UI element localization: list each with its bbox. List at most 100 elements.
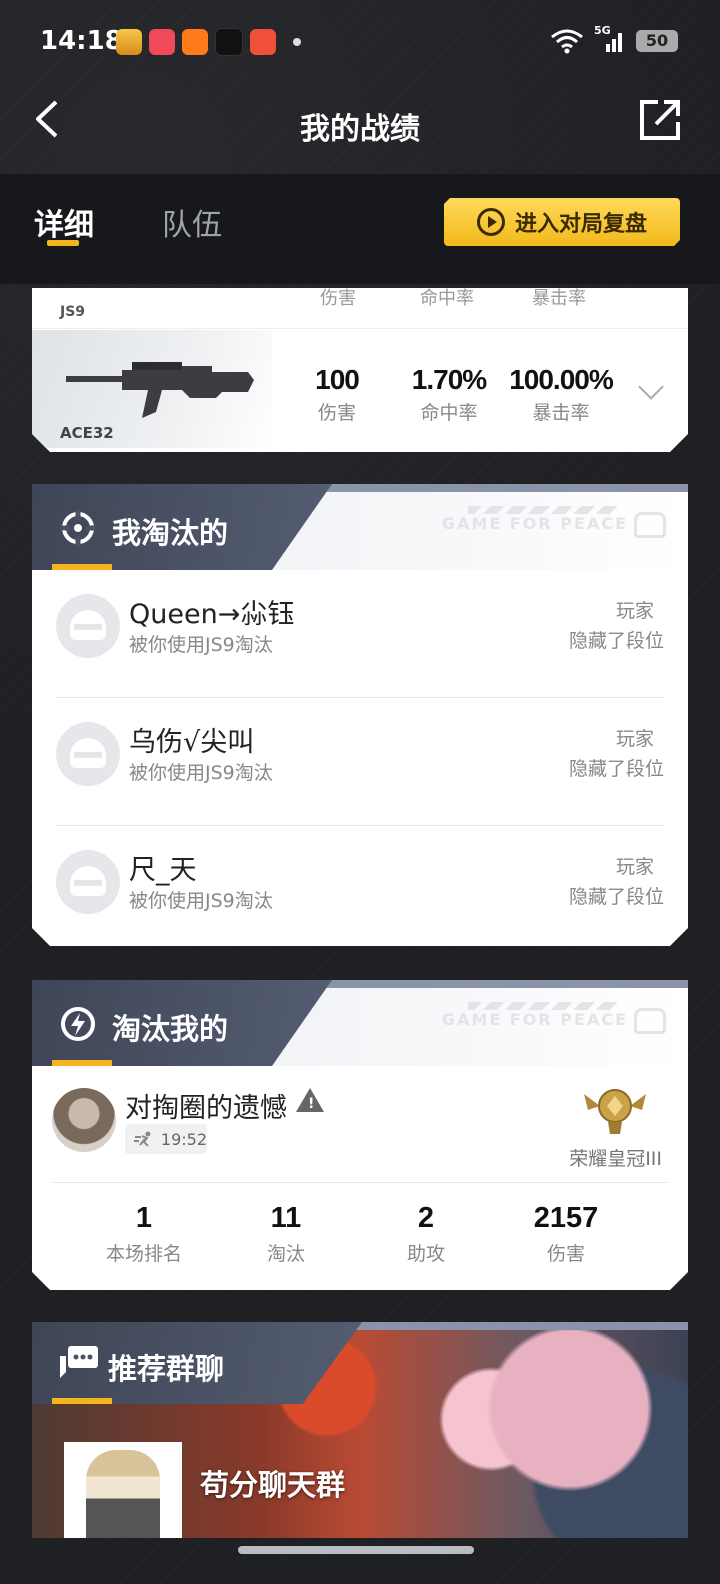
tiktok-app-icon xyxy=(215,28,243,56)
crit-rate-value: 100.00% xyxy=(509,364,613,395)
killed-by-card: 淘汰我的 GAME FOR PEACE 对掏圈的遗憾 ! 19:52 荣耀皇冠I… xyxy=(32,980,688,1290)
stat-label: 助攻 xyxy=(406,1243,445,1265)
list-item[interactable]: 乌伤√尖叫 被你使用JS9淘汰 玩家 隐藏了段位 xyxy=(32,698,688,826)
section-accent-bar xyxy=(52,1060,112,1066)
damage-stat: 100 伤害 xyxy=(282,364,392,425)
game-app-icon xyxy=(116,29,142,55)
video-app-icon xyxy=(250,29,276,55)
weapon-name: ACE32 xyxy=(60,424,114,442)
watermark-stripes xyxy=(468,506,618,514)
rank-title: 荣耀皇冠III xyxy=(569,1148,662,1170)
weapon-row-ace32[interactable]: ACE32 100 伤害 1.70% 命中率 100.00% 暴击率 xyxy=(32,330,688,452)
avatar[interactable] xyxy=(52,1088,116,1152)
lightning-icon xyxy=(60,1006,96,1042)
warning-mark: ! xyxy=(308,1096,315,1112)
crit-rate-stat: 100.00% 暴击率 xyxy=(506,364,616,425)
group-avatar-figure xyxy=(86,1450,160,1538)
eliminated-card: 我淘汰的 GAME FOR PEACE Queen→尛钰 被你使用JS9淘汰 玩… xyxy=(32,484,688,946)
default-avatar-icon xyxy=(56,722,120,786)
stat-value: 11 xyxy=(270,1202,302,1234)
battery-indicator: 50 xyxy=(636,30,678,52)
damage-label: 伤害 xyxy=(317,402,356,424)
more-notifications-icon xyxy=(293,38,301,46)
survival-time: 19:52 xyxy=(160,1129,207,1149)
hit-rate-stat: 1.70% 命中率 xyxy=(394,364,504,425)
player-role: 玩家 xyxy=(615,728,654,750)
survival-time-badge: 19:52 xyxy=(125,1124,207,1154)
tab-active-indicator xyxy=(47,240,79,246)
match-replay-button[interactable]: 进入对局复盘 xyxy=(444,198,680,246)
section-title: 推荐群聊 xyxy=(108,1352,225,1386)
player-rank: 隐藏了段位 xyxy=(568,886,664,908)
play-icon xyxy=(477,208,505,236)
assists-stat: 2 助攻 xyxy=(366,1202,486,1266)
stat-label: 本场排名 xyxy=(105,1243,182,1265)
list-item[interactable]: 尺_天 被你使用JS9淘汰 玩家 隐藏了段位 xyxy=(32,826,688,954)
player-name: 乌伤√尖叫 xyxy=(129,727,255,758)
damage-value: 100 xyxy=(315,364,359,395)
group-chat-card[interactable]: 推荐群聊 苟分聊天群 xyxy=(32,1322,688,1538)
app-header: 我的战绩 xyxy=(0,84,720,174)
crosshair-icon xyxy=(60,510,96,546)
elimination-description: 被你使用JS9淘汰 xyxy=(129,762,273,784)
tab-bar: 详细 队伍 进入对局复盘 xyxy=(0,174,720,284)
stat-value: 1 xyxy=(135,1202,153,1234)
default-avatar-icon xyxy=(56,594,120,658)
crown-rank-badge-icon xyxy=(580,1084,650,1138)
section-title: 我淘汰的 xyxy=(112,516,229,550)
page-title: 我的战绩 xyxy=(300,112,420,147)
group-name: 苟分聊天群 xyxy=(200,1468,346,1502)
stat-value: 2 xyxy=(417,1202,435,1234)
chevron-down-icon[interactable] xyxy=(638,374,663,399)
section-title: 淘汰我的 xyxy=(112,1012,229,1046)
weapon-stats-card: JS9 伤害 命中率 暴击率 ACE32 100 伤害 1.70% 命中率 10… xyxy=(32,288,688,452)
weapon-name: JS9 xyxy=(60,304,86,320)
group-avatar xyxy=(64,1442,182,1538)
game-for-peace-watermark: GAME FOR PEACE xyxy=(441,514,628,533)
player-role: 玩家 xyxy=(615,856,654,878)
player-role: 玩家 xyxy=(615,600,654,622)
status-time: 14:18 xyxy=(40,26,123,56)
section-header: 我淘汰的 GAME FOR PEACE xyxy=(32,484,688,570)
chat-bubble-icon xyxy=(60,1346,98,1378)
match-rank-stat: 1 本场排名 xyxy=(84,1202,204,1266)
home-indicator[interactable] xyxy=(238,1546,474,1554)
running-icon xyxy=(133,1131,155,1147)
weapon-row-js9[interactable]: JS9 伤害 命中率 暴击率 xyxy=(32,288,688,329)
default-avatar-icon xyxy=(56,850,120,914)
music-app-icon xyxy=(149,29,175,55)
section-header: 淘汰我的 GAME FOR PEACE xyxy=(32,980,688,1066)
elimination-description: 被你使用JS9淘汰 xyxy=(129,634,273,656)
system-status: 5G 50 xyxy=(550,24,678,54)
status-bar: 14:18 5G 50 xyxy=(0,0,720,84)
player-name: 尺_天 xyxy=(129,855,197,886)
player-rank: 隐藏了段位 xyxy=(568,758,664,780)
share-icon[interactable] xyxy=(638,98,682,142)
elimination-description: 被你使用JS9淘汰 xyxy=(129,890,273,912)
watermark-stripes xyxy=(468,1002,618,1010)
player-rank: 隐藏了段位 xyxy=(568,630,664,652)
hit-rate-label: 命中率 xyxy=(420,402,478,424)
helmet-logo-icon xyxy=(634,1008,666,1034)
game-for-peace-watermark: GAME FOR PEACE xyxy=(441,1010,628,1029)
cellular-signal-icon: 5G xyxy=(594,24,626,54)
stat-value: 2157 xyxy=(533,1202,599,1234)
crit-rate-label: 暴击率 xyxy=(532,402,590,424)
stat-label: 伤害 xyxy=(546,1243,585,1265)
list-item[interactable]: Queen→尛钰 被你使用JS9淘汰 玩家 隐藏了段位 xyxy=(32,570,688,698)
player-name: Queen→尛钰 xyxy=(129,599,295,630)
helmet-logo-icon xyxy=(634,512,666,538)
section-accent-bar xyxy=(52,1398,112,1404)
damage-stat: 2157 伤害 xyxy=(506,1202,626,1266)
tab-detail[interactable]: 详细 xyxy=(34,200,94,244)
player-name[interactable]: 对掏圈的遗憾 xyxy=(125,1086,287,1125)
notification-icons xyxy=(116,28,301,56)
network-type: 5G xyxy=(594,24,611,37)
divider xyxy=(52,1182,668,1183)
tab-team[interactable]: 队伍 xyxy=(162,200,222,244)
eliminations-stat: 11 淘汰 xyxy=(226,1202,346,1266)
rifle-icon xyxy=(62,350,258,424)
stat-label: 淘汰 xyxy=(266,1243,305,1265)
hit-rate-value: 1.70% xyxy=(411,364,487,395)
match-replay-label: 进入对局复盘 xyxy=(514,212,647,237)
